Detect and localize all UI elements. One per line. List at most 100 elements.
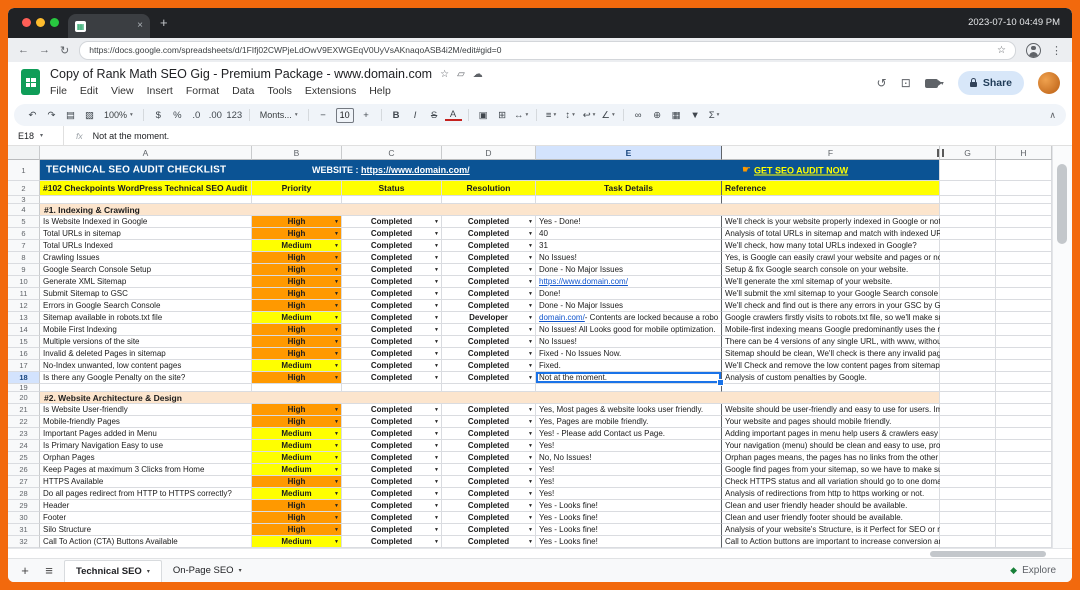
row-number[interactable]: 14	[8, 324, 40, 336]
resolution-cell[interactable]: Completed▼	[442, 476, 536, 488]
resolution-cell[interactable]: Completed▼	[442, 464, 536, 476]
dropdown-arrow-icon[interactable]: ▼	[528, 351, 533, 357]
empty-cell[interactable]	[342, 384, 442, 392]
row-number[interactable]: 9	[8, 264, 40, 276]
task-name-cell[interactable]: Call To Action (CTA) Buttons Available	[40, 536, 252, 548]
priority-cell[interactable]: High▼	[252, 476, 342, 488]
empty-cell[interactable]	[40, 196, 252, 204]
resolution-cell[interactable]: Completed▼	[442, 512, 536, 524]
reference-cell[interactable]: Adding important pages in menu help user…	[722, 428, 940, 440]
redo-icon[interactable]: ↷	[43, 110, 60, 121]
task-details-cell[interactable]: Yes - Looks fine!	[536, 500, 722, 512]
maximize-window-button[interactable]	[50, 18, 59, 27]
decrease-decimals-icon[interactable]: .0	[188, 110, 205, 121]
task-name-cell[interactable]: Invalid & deleted Pages in sitemap	[40, 348, 252, 360]
priority-cell[interactable]: High▼	[252, 404, 342, 416]
empty-cell[interactable]	[940, 500, 996, 512]
priority-cell[interactable]: High▼	[252, 252, 342, 264]
empty-cell[interactable]	[996, 288, 1052, 300]
task-name-cell[interactable]: Is Website User-friendly	[40, 404, 252, 416]
reference-cell[interactable]: Your navigation (menu) should be clean a…	[722, 440, 940, 452]
empty-cell[interactable]	[940, 452, 996, 464]
reference-cell[interactable]: We'll check and find out is there any er…	[722, 300, 940, 312]
menu-format[interactable]: Format	[186, 85, 219, 97]
empty-cell[interactable]	[940, 392, 996, 404]
row-number[interactable]: 8	[8, 252, 40, 264]
sheet-tab-on-page-seo[interactable]: On-Page SEO▾	[162, 560, 253, 582]
back-button[interactable]: ←	[18, 44, 29, 56]
status-cell[interactable]: Completed▼	[342, 276, 442, 288]
empty-cell[interactable]	[940, 536, 996, 548]
task-details-cell[interactable]: https://www.domain.com/	[536, 276, 722, 288]
task-name-cell[interactable]: No-Index unwanted, low content pages	[40, 360, 252, 372]
row-number[interactable]: 32	[8, 536, 40, 548]
column-header-h[interactable]: H	[996, 146, 1052, 160]
bookmark-star-icon[interactable]: ☆	[997, 45, 1006, 56]
resolution-cell[interactable]: Completed▼	[442, 252, 536, 264]
resolution-cell[interactable]: Completed▼	[442, 216, 536, 228]
browser-profile-avatar[interactable]	[1026, 43, 1041, 58]
empty-cell[interactable]	[996, 416, 1052, 428]
empty-cell[interactable]	[940, 512, 996, 524]
font-select[interactable]: Monts...▾	[256, 110, 302, 120]
task-details-cell[interactable]: Yes - Looks fine!	[536, 512, 722, 524]
strikethrough-icon[interactable]: S	[426, 110, 443, 121]
dropdown-arrow-icon[interactable]: ▼	[434, 375, 439, 381]
reference-cell[interactable]: Check HTTPS status and all variation sho…	[722, 476, 940, 488]
dropdown-arrow-icon[interactable]: ▼	[334, 419, 339, 425]
text-wrap-icon[interactable]: ↩▾	[581, 110, 598, 121]
italic-icon[interactable]: I	[407, 110, 424, 121]
dropdown-arrow-icon[interactable]: ▼	[434, 467, 439, 473]
task-details-cell[interactable]: Yes, Most pages & website looks user fri…	[536, 404, 722, 416]
empty-cell[interactable]	[996, 464, 1052, 476]
task-details-cell[interactable]: Done - No Major Issues	[536, 264, 722, 276]
row-number[interactable]: 27	[8, 476, 40, 488]
dropdown-arrow-icon[interactable]: ▼	[434, 515, 439, 521]
column-header-f[interactable]: F	[722, 146, 940, 160]
priority-cell[interactable]: High▼	[252, 372, 342, 384]
vertical-scroll-thumb[interactable]	[1057, 164, 1067, 244]
empty-cell[interactable]	[996, 324, 1052, 336]
font-size-input[interactable]: 10	[336, 108, 354, 123]
empty-cell[interactable]	[940, 160, 996, 181]
status-cell[interactable]: Completed▼	[342, 464, 442, 476]
priority-cell[interactable]: High▼	[252, 416, 342, 428]
empty-cell[interactable]	[940, 312, 996, 324]
dropdown-arrow-icon[interactable]: ▼	[334, 503, 339, 509]
task-name-cell[interactable]: Is there any Google Penalty on the site?	[40, 372, 252, 384]
task-name-cell[interactable]: HTTPS Available	[40, 476, 252, 488]
task-details-cell[interactable]: Yes! - Please add Contact us Page.	[536, 428, 722, 440]
row-number[interactable]: 30	[8, 512, 40, 524]
row-number[interactable]: 21	[8, 404, 40, 416]
merge-cells-icon[interactable]: ↔▾	[513, 110, 530, 121]
menu-file[interactable]: File	[50, 85, 67, 97]
task-details-cell[interactable]: Done!	[536, 288, 722, 300]
dropdown-arrow-icon[interactable]: ▼	[434, 243, 439, 249]
select-all-corner[interactable]	[8, 146, 40, 160]
row-number[interactable]: 2	[8, 181, 40, 196]
functions-icon[interactable]: Σ▾	[706, 110, 723, 121]
all-sheets-button[interactable]: ≡	[40, 563, 58, 578]
task-name-cell[interactable]: Generate XML Sitemap	[40, 276, 252, 288]
resolution-cell[interactable]: Completed▼	[442, 324, 536, 336]
dropdown-arrow-icon[interactable]: ▼	[434, 363, 439, 369]
empty-cell[interactable]	[940, 440, 996, 452]
empty-cell[interactable]	[996, 300, 1052, 312]
empty-cell[interactable]	[940, 464, 996, 476]
priority-cell[interactable]: High▼	[252, 228, 342, 240]
task-name-cell[interactable]: Total URLs in sitemap	[40, 228, 252, 240]
dropdown-arrow-icon[interactable]: ▼	[434, 279, 439, 285]
dropdown-arrow-icon[interactable]: ▼	[528, 515, 533, 521]
priority-cell[interactable]: High▼	[252, 300, 342, 312]
dropdown-arrow-icon[interactable]: ▼	[528, 255, 533, 261]
reference-cell[interactable]: Analysis of total URLs in sitemap and ma…	[722, 228, 940, 240]
document-title[interactable]: Copy of Rank Math SEO Gig - Premium Pack…	[50, 67, 432, 81]
empty-cell[interactable]	[996, 384, 1052, 392]
status-cell[interactable]: Completed▼	[342, 252, 442, 264]
row-number[interactable]: 12	[8, 300, 40, 312]
priority-cell[interactable]: High▼	[252, 348, 342, 360]
insert-chart-icon[interactable]: ▦	[668, 110, 685, 121]
create-filter-icon[interactable]: ▼	[687, 110, 704, 121]
empty-cell[interactable]	[996, 500, 1052, 512]
empty-cell[interactable]	[996, 336, 1052, 348]
